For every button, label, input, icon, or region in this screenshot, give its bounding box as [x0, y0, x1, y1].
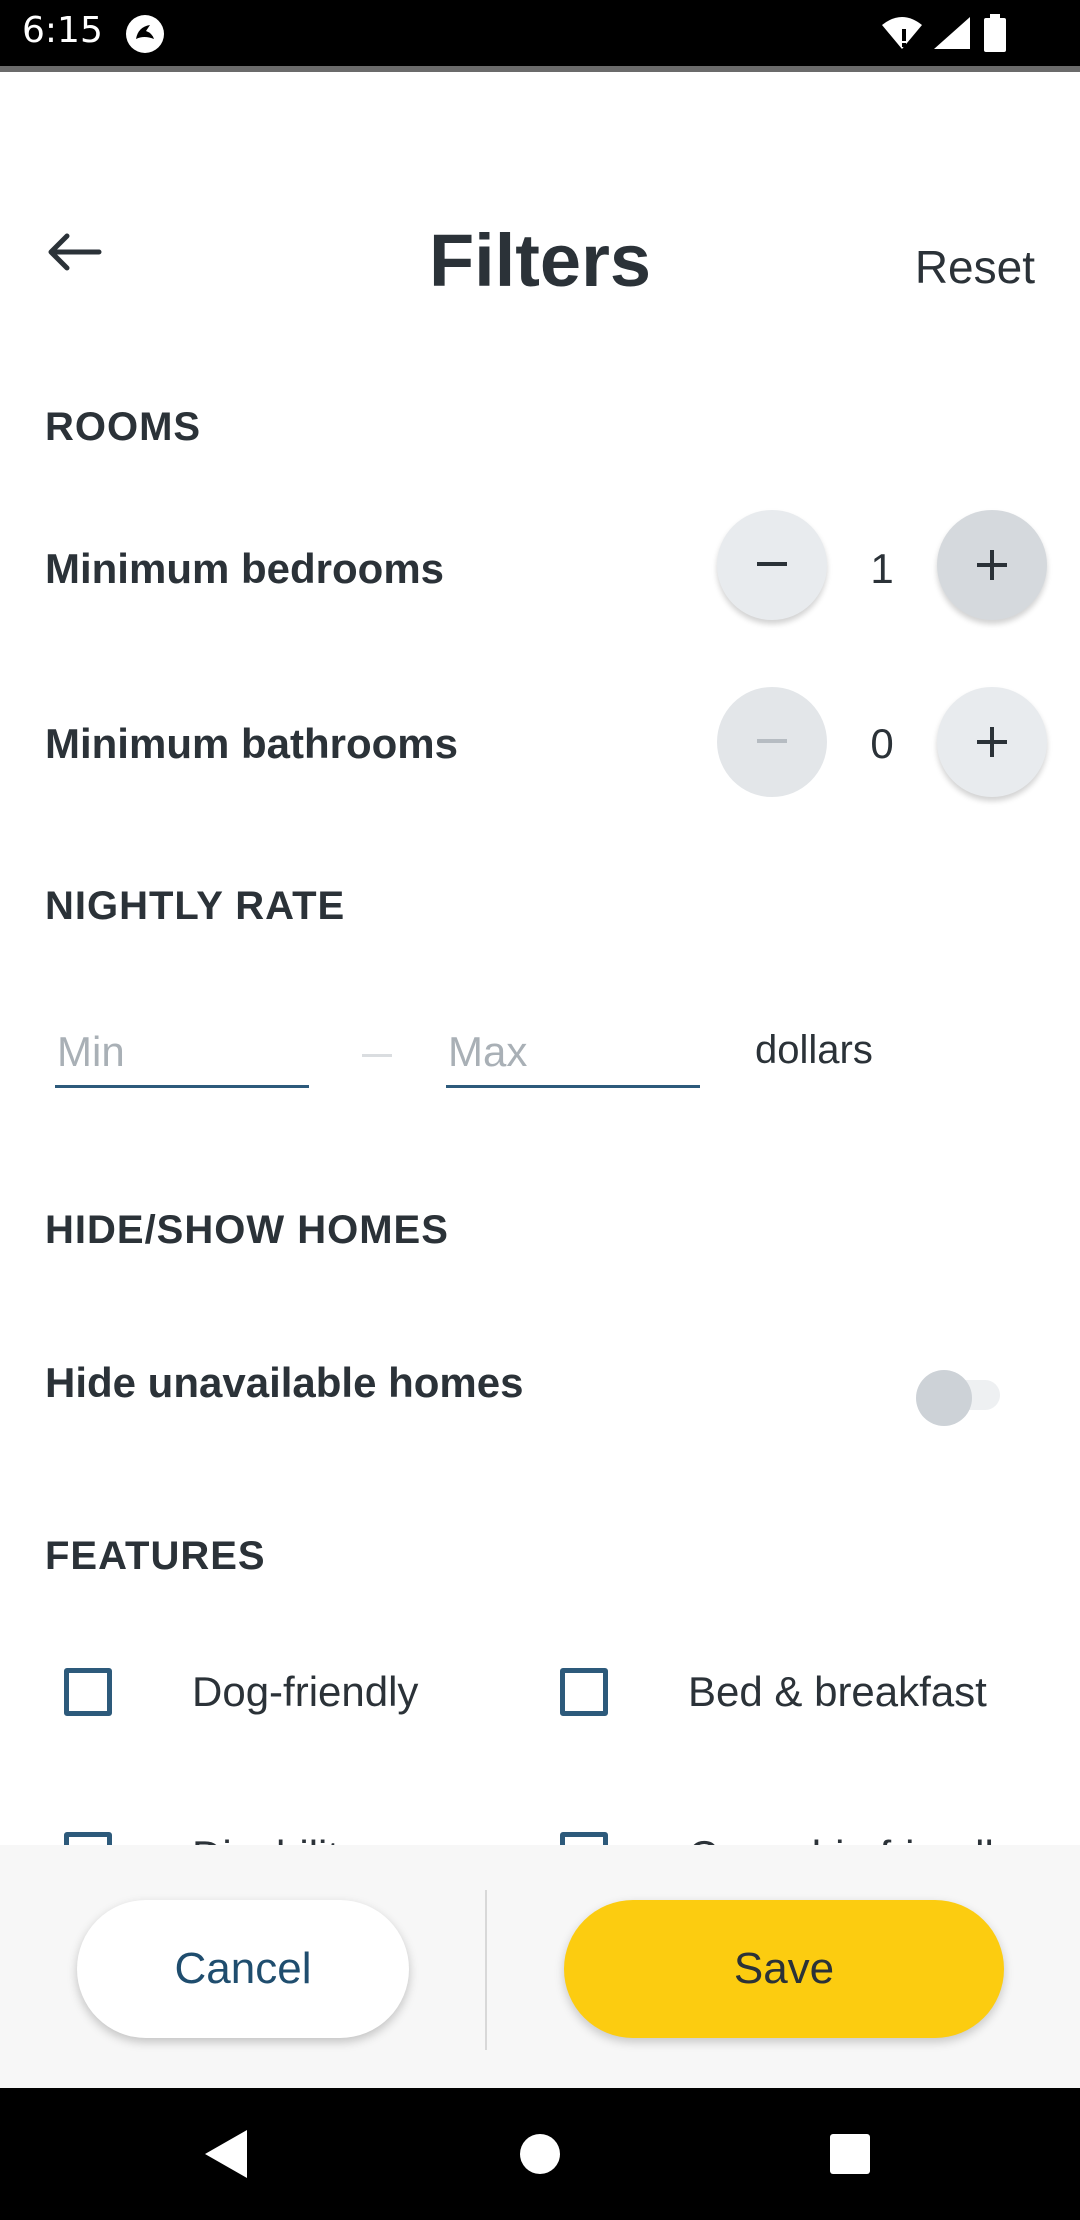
checkbox[interactable] — [560, 1668, 608, 1716]
checkbox[interactable] — [560, 1832, 608, 1845]
bedrooms-increase-button[interactable] — [937, 510, 1047, 620]
save-button[interactable]: Save — [564, 1900, 1004, 2038]
feature-bed-and-breakfast[interactable]: Bed & breakfast — [560, 1668, 987, 1716]
button-divider — [485, 1890, 487, 2050]
hide-show-heading: HIDE/SHOW HOMES — [45, 1208, 449, 1252]
status-bar: 6:15 — [0, 0, 1080, 66]
status-time: 6:15 — [22, 10, 103, 51]
triangle-back-icon — [205, 2130, 247, 2178]
hide-unavailable-label: Hide unavailable homes — [45, 1359, 524, 1406]
features-heading: FEATURES — [45, 1534, 266, 1578]
min-price-input[interactable] — [55, 1018, 309, 1088]
feature-label: Disability access — [192, 1832, 502, 1845]
nav-home-button[interactable] — [504, 2118, 576, 2190]
checkbox[interactable] — [64, 1668, 112, 1716]
plus-icon — [977, 727, 1007, 757]
plus-icon — [977, 550, 1007, 580]
feature-disability-access[interactable]: Disability access — [64, 1832, 502, 1845]
toggle-thumb — [916, 1370, 972, 1426]
status-divider — [0, 66, 1080, 72]
battery-icon — [982, 14, 1008, 57]
bottom-action-bar: Cancel Save — [0, 1845, 1080, 2088]
hide-unavailable-toggle[interactable] — [914, 1362, 1006, 1426]
nightly-rate-heading: NIGHTLY RATE — [45, 884, 346, 928]
feature-cannabis-friendly[interactable]: Cannabis-friendly — [560, 1832, 1015, 1845]
circle-home-icon — [520, 2134, 560, 2174]
feature-label: Dog-friendly — [192, 1668, 419, 1715]
currency-unit-label: dollars — [755, 1028, 873, 1072]
feature-label: Cannabis-friendly — [688, 1832, 1015, 1845]
bathrooms-increase-button[interactable] — [937, 687, 1047, 797]
rooms-heading: ROOMS — [45, 405, 202, 449]
bathrooms-value: 0 — [870, 720, 894, 767]
cellular-signal-icon — [932, 15, 972, 56]
square-recents-icon — [830, 2134, 870, 2174]
app-notification-icon — [124, 13, 166, 55]
min-bathrooms-label: Minimum bathrooms — [45, 720, 459, 767]
cancel-button[interactable]: Cancel — [77, 1900, 409, 2038]
system-navigation-bar — [0, 2088, 1080, 2220]
range-dash — [362, 1054, 392, 1057]
bathrooms-decrease-button[interactable] — [717, 687, 827, 797]
reset-button[interactable]: Reset — [915, 240, 1035, 294]
feature-label: Bed & breakfast — [688, 1668, 987, 1715]
feature-dog-friendly[interactable]: Dog-friendly — [64, 1668, 418, 1716]
minus-icon — [757, 739, 787, 743]
nav-back-button[interactable] — [190, 2118, 262, 2190]
bedrooms-decrease-button[interactable] — [717, 510, 827, 620]
nav-recents-button[interactable] — [814, 2118, 886, 2190]
wifi-icon — [880, 15, 924, 56]
features-list: Dog-friendly Bed & breakfast Disability … — [0, 1620, 1080, 1845]
checkbox[interactable] — [64, 1832, 112, 1845]
max-price-input[interactable] — [446, 1018, 700, 1088]
min-bedrooms-label: Minimum bedrooms — [45, 545, 445, 592]
bedrooms-value: 1 — [870, 545, 894, 592]
minus-icon — [757, 562, 787, 566]
